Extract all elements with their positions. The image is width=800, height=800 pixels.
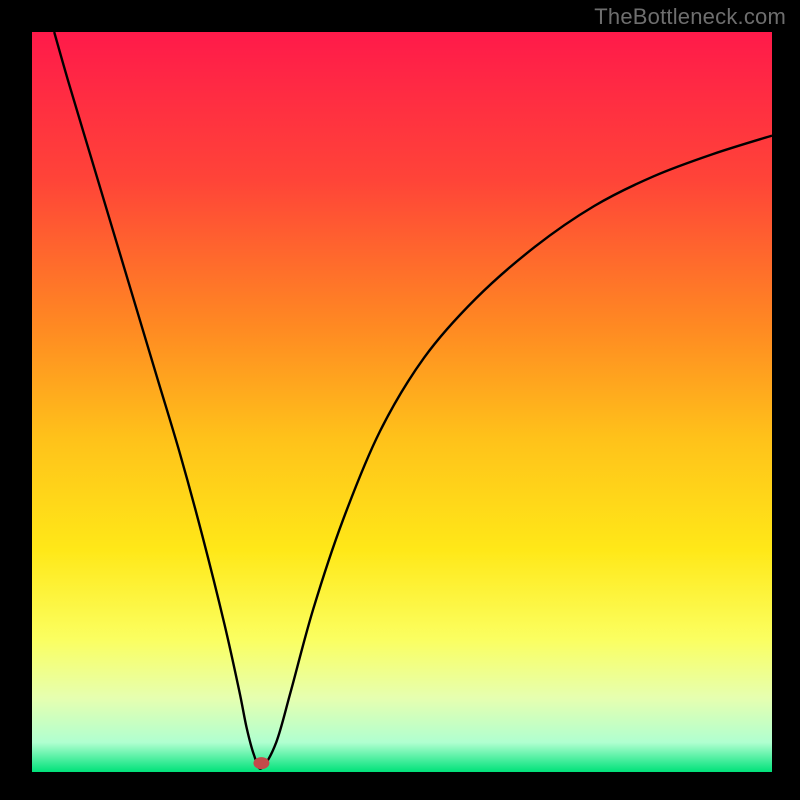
chart-area bbox=[32, 32, 772, 772]
chart-background bbox=[32, 32, 772, 772]
chart-svg bbox=[32, 32, 772, 772]
watermark-text: TheBottleneck.com bbox=[594, 4, 786, 30]
optimal-point-marker bbox=[253, 757, 269, 769]
